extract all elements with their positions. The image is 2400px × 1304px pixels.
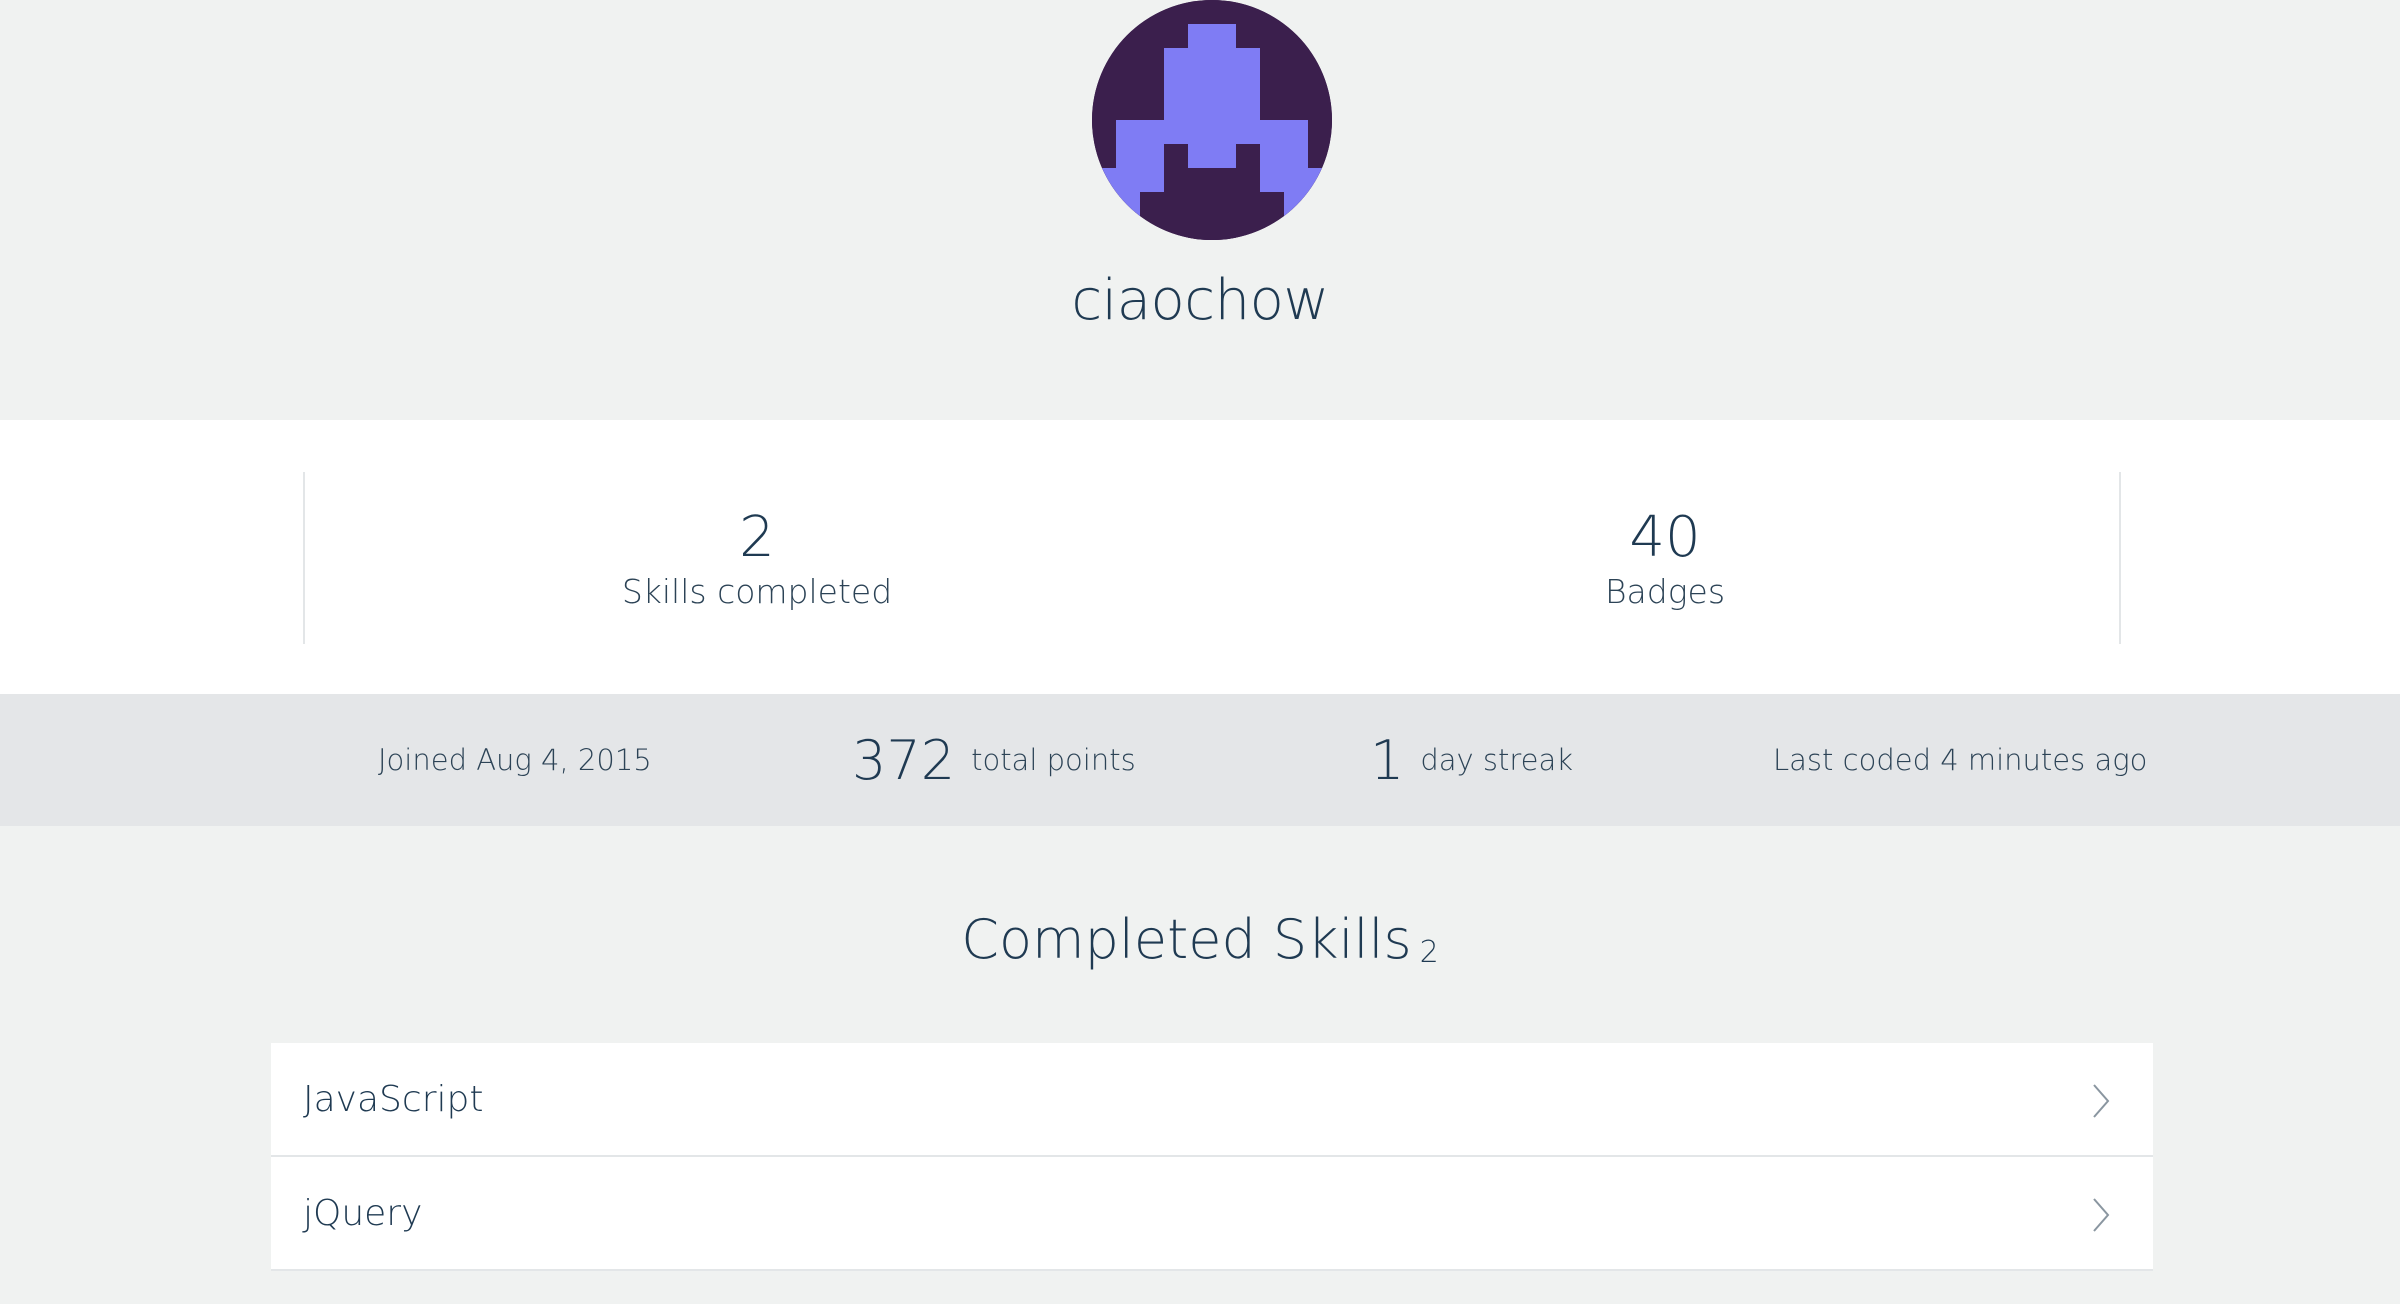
skill-row-jquery[interactable]: jQuery xyxy=(271,1157,2153,1271)
stats-panel: 2 Skills completed 40 Badges xyxy=(0,420,2400,694)
badges-count: 40 xyxy=(1629,505,1701,570)
total-points-label: total points xyxy=(971,743,1136,777)
day-streak-value: 1 xyxy=(1370,728,1405,792)
total-points: 372 total points xyxy=(852,694,1136,826)
last-coded: Last coded 4 minutes ago xyxy=(1773,694,2147,826)
total-points-value: 372 xyxy=(852,728,956,792)
skills-completed-label: Skills completed xyxy=(621,572,893,611)
chevron-right-icon xyxy=(2091,1197,2111,1233)
badges-stat[interactable]: 40 Badges xyxy=(1365,506,1965,614)
profile-header: ciaochow xyxy=(0,0,2400,420)
chevron-right-icon xyxy=(2091,1083,2111,1119)
joined-date-text: Joined Aug 4, 2015 xyxy=(378,743,652,777)
joined-date: Joined Aug 4, 2015 xyxy=(378,694,652,826)
skills-completed-count: 2 xyxy=(739,505,775,570)
completed-skills-list: JavaScript jQuery xyxy=(271,1043,2153,1271)
profile-username: ciaochow xyxy=(1071,268,1329,333)
skills-completed-stat[interactable]: 2 Skills completed xyxy=(457,506,1057,614)
badges-label: Badges xyxy=(1604,572,1726,611)
activity-summary-bar: Joined Aug 4, 2015 372 total points 1 da… xyxy=(0,694,2400,826)
skill-name: JavaScript xyxy=(303,1078,484,1120)
last-coded-text: Last coded 4 minutes ago xyxy=(1773,743,2148,777)
day-streak-label: day streak xyxy=(1420,743,1574,777)
completed-skills-heading: Completed Skills 2 xyxy=(0,908,2400,971)
skill-name: jQuery xyxy=(303,1192,423,1234)
user-avatar[interactable] xyxy=(1092,0,1332,240)
day-streak: 1 day streak xyxy=(1370,694,1573,826)
pixel-invader-icon xyxy=(1092,0,1332,240)
completed-skills-title: Completed Skills xyxy=(961,908,1412,971)
skill-row-javascript[interactable]: JavaScript xyxy=(271,1043,2153,1157)
completed-skills-count: 2 xyxy=(1419,935,1439,970)
